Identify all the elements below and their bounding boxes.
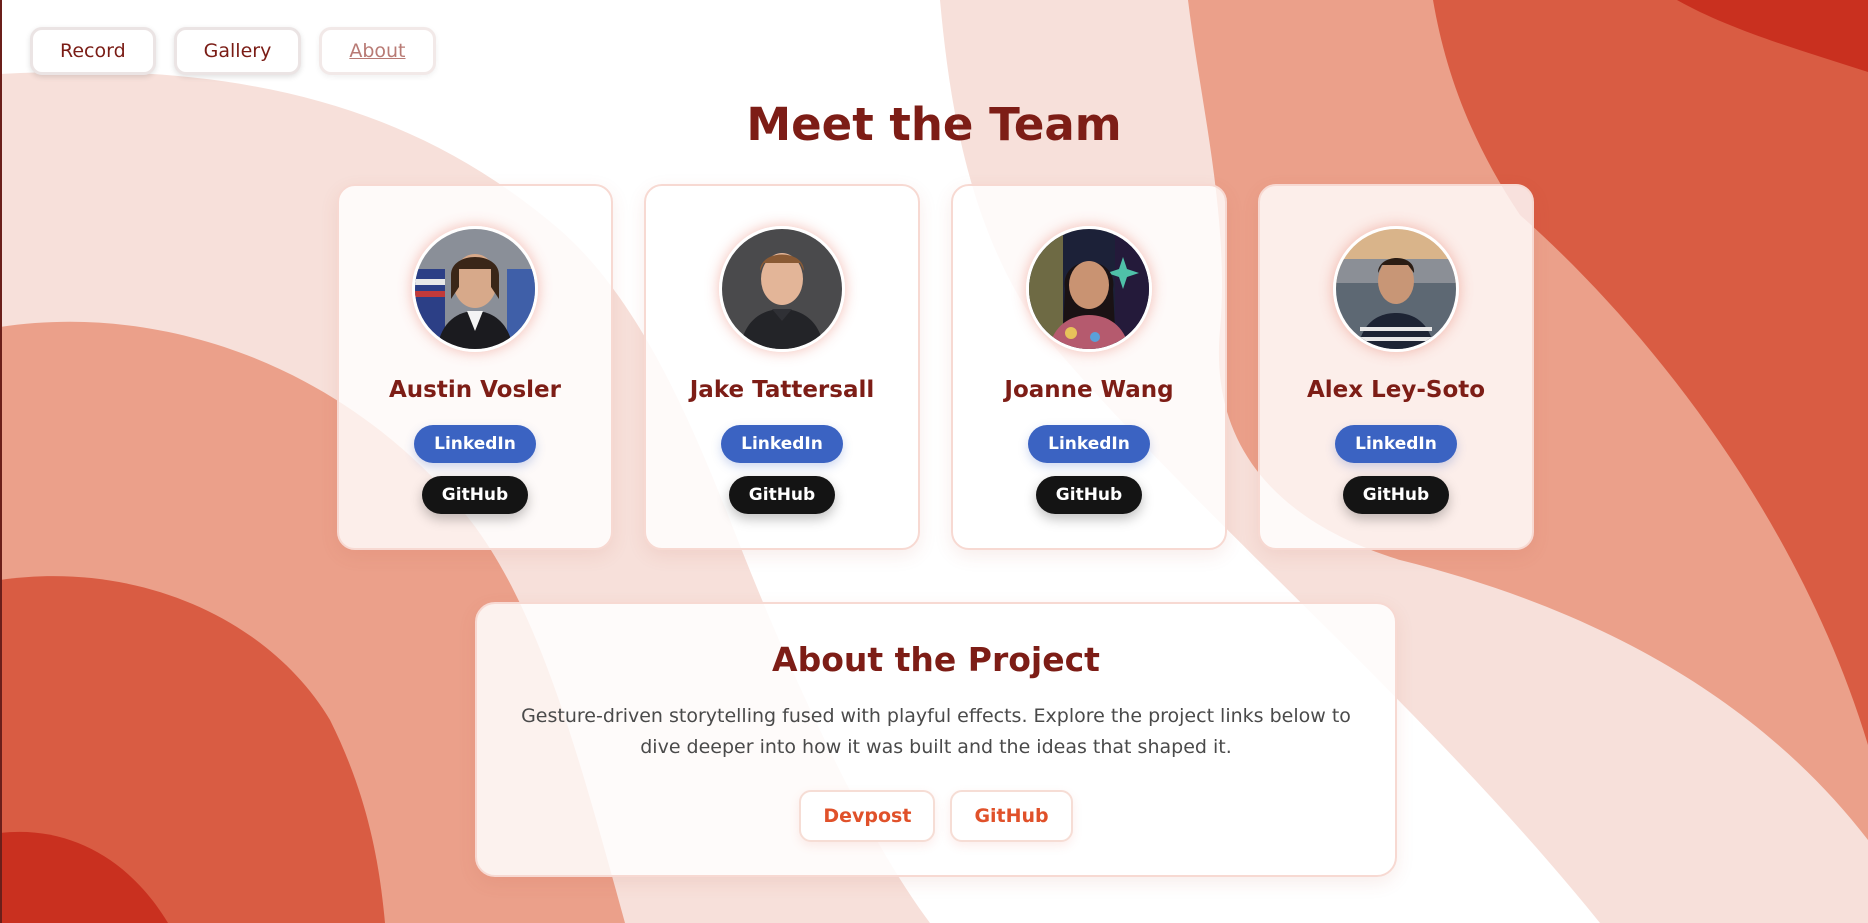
avatar-photo: [415, 229, 535, 349]
github-button[interactable]: GitHub: [728, 476, 836, 514]
avatar: [1333, 226, 1459, 352]
avatar-photo: [1029, 229, 1149, 349]
linkedin-button[interactable]: LinkedIn: [1028, 425, 1150, 463]
nav-record-button[interactable]: Record: [30, 27, 156, 75]
linkedin-button[interactable]: LinkedIn: [414, 425, 536, 463]
team-grid: Austin Vosler LinkedIn GitHub Jake Tatte…: [337, 184, 1534, 550]
member-name: Austin Vosler: [389, 377, 561, 403]
avatar: [412, 226, 538, 352]
github-button[interactable]: GitHub: [1342, 476, 1450, 514]
about-title: About the Project: [772, 640, 1100, 679]
avatar-photo: [722, 229, 842, 349]
team-card: Jake Tattersall LinkedIn GitHub: [644, 184, 920, 550]
avatar: [1026, 226, 1152, 352]
github-button[interactable]: GitHub: [421, 476, 529, 514]
avatar: [719, 226, 845, 352]
team-card: Austin Vosler LinkedIn GitHub: [337, 184, 613, 550]
avatar-photo: [1336, 229, 1456, 349]
nav-gallery-button[interactable]: Gallery: [173, 27, 302, 75]
about-project-card: About the Project Gesture-driven storyte…: [475, 602, 1397, 877]
member-name: Jake Tattersall: [689, 377, 875, 403]
github-button[interactable]: GitHub: [1035, 476, 1143, 514]
team-card: Joanne Wang LinkedIn GitHub: [951, 184, 1227, 550]
member-name: Joanne Wang: [1004, 377, 1174, 403]
member-name: Alex Ley-Soto: [1306, 377, 1486, 403]
about-page: Record Gallery About Meet the Team Austi…: [0, 0, 1868, 923]
page-title: Meet the Team: [746, 98, 1122, 151]
team-card: Alex Ley-Soto LinkedIn GitHub: [1258, 184, 1534, 550]
project-github-link-button[interactable]: GitHub: [950, 790, 1073, 842]
top-nav: Record Gallery About: [30, 27, 436, 75]
project-links: Devpost GitHub: [477, 790, 1395, 842]
about-description: Gesture-driven storytelling fused with p…: [521, 705, 1351, 758]
devpost-link-button[interactable]: Devpost: [799, 790, 936, 842]
linkedin-button[interactable]: LinkedIn: [721, 425, 843, 463]
nav-about-link[interactable]: About: [319, 27, 436, 75]
linkedin-button[interactable]: LinkedIn: [1335, 425, 1457, 463]
